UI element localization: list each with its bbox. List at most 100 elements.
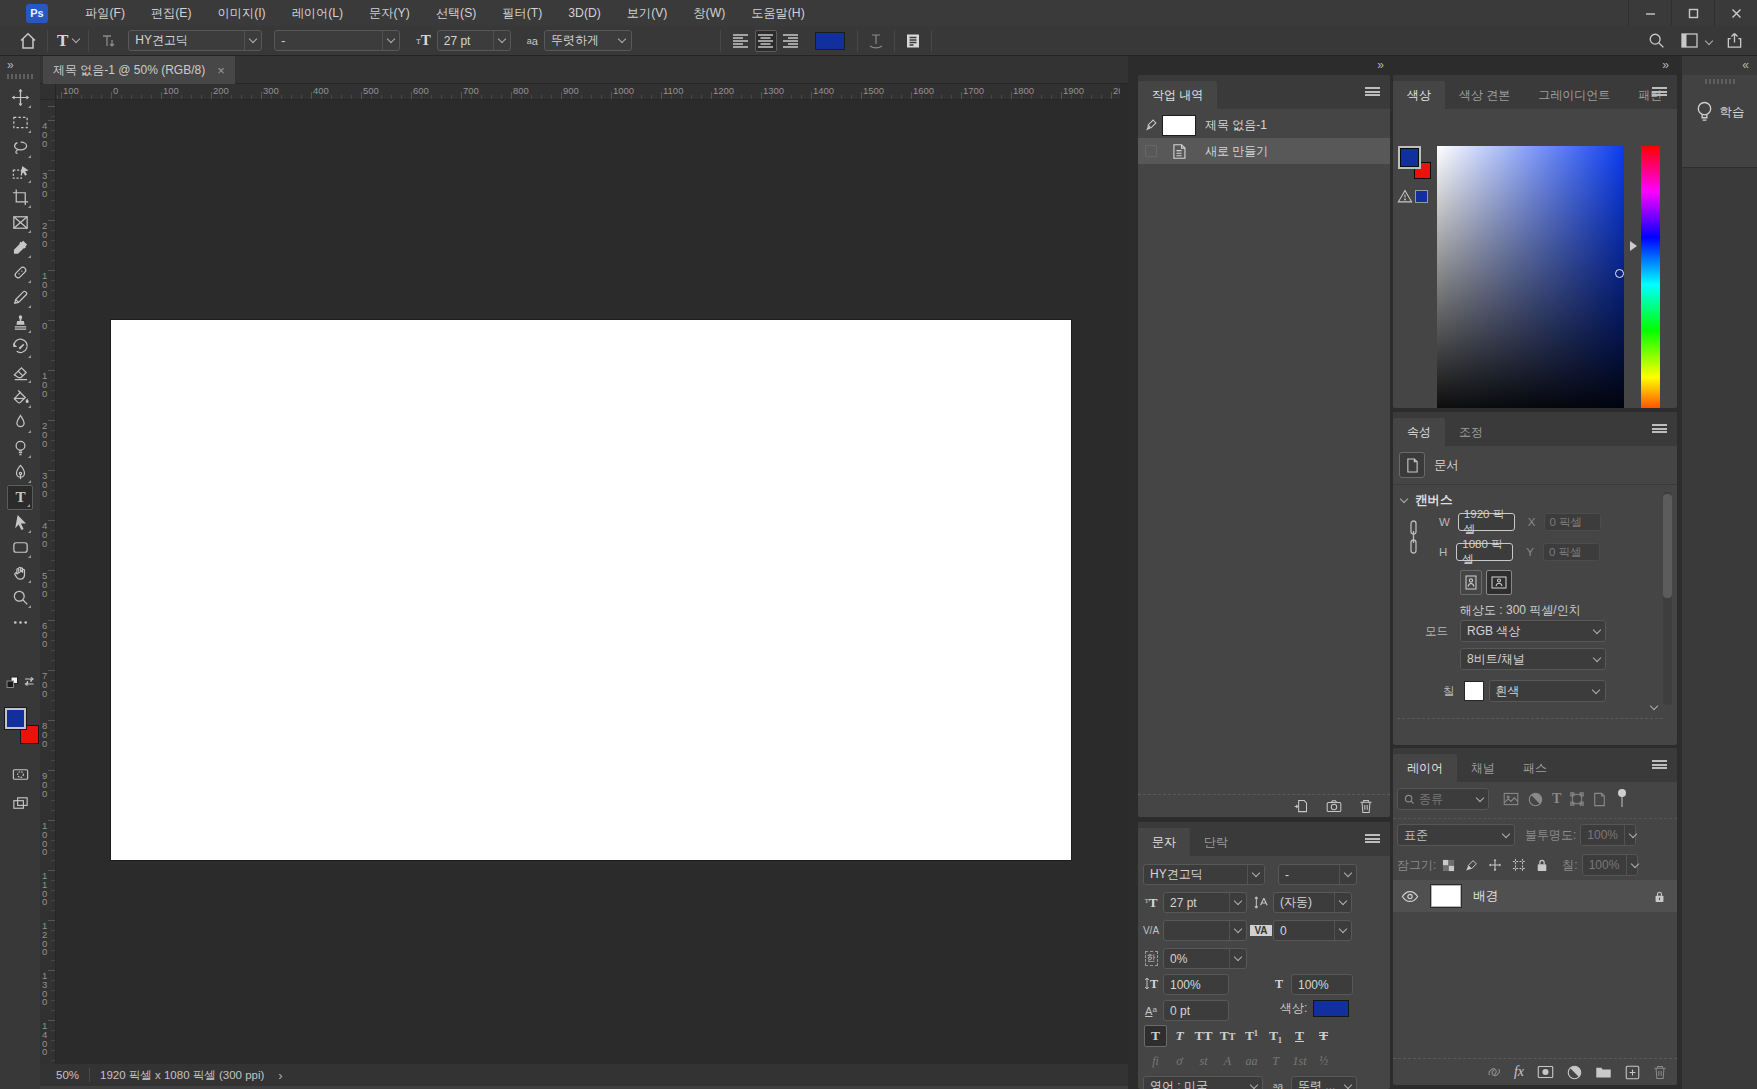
color-mode-select[interactable]: RGB 색상 xyxy=(1460,620,1606,642)
swap-colors-icon[interactable] xyxy=(23,675,36,688)
gamut-warning-icon[interactable] xyxy=(1397,189,1413,203)
tool-hand[interactable] xyxy=(7,560,33,585)
warp-text-icon[interactable] xyxy=(867,32,885,50)
tab-swatches[interactable]: 색상 견본 xyxy=(1445,81,1524,109)
new-group-icon[interactable] xyxy=(1595,1065,1612,1079)
add-adjustment-icon[interactable] xyxy=(1567,1065,1582,1080)
canvas-height-field[interactable]: 1080 픽셀 xyxy=(1456,543,1513,561)
fill-select[interactable]: 흰색 xyxy=(1489,680,1606,702)
anti-alias-select[interactable]: 뚜렷하게 xyxy=(544,30,632,51)
link-layers-icon[interactable] xyxy=(1485,1065,1501,1079)
color-gradient-box[interactable] xyxy=(1437,146,1624,408)
learn-panel-button[interactable]: 학습 xyxy=(1682,75,1757,168)
tool-blur[interactable] xyxy=(7,410,33,435)
new-snapshot-icon[interactable] xyxy=(1326,799,1342,813)
foreground-color-swatch[interactable] xyxy=(5,708,26,729)
hue-slider-handle[interactable] xyxy=(1630,241,1637,251)
tab-paragraph[interactable]: 단락 xyxy=(1190,828,1242,856)
char-opentype-button-4[interactable]: aa xyxy=(1240,1051,1263,1071)
link-dimensions-icon[interactable] xyxy=(1407,520,1420,554)
char-opentype-button-6[interactable]: 1st xyxy=(1288,1051,1311,1071)
color-menu-icon[interactable] xyxy=(1652,87,1667,96)
tool-path-select[interactable] xyxy=(7,510,33,535)
tab-layers[interactable]: 레이어 xyxy=(1393,754,1457,782)
canvas-x-field[interactable]: 0 픽셀 xyxy=(1544,513,1601,531)
canvas[interactable] xyxy=(111,320,1071,860)
canvas-section-header[interactable]: 캔버스 xyxy=(1401,492,1453,509)
text-orientation-icon[interactable] xyxy=(98,31,118,51)
char-opentype-button-7[interactable]: ½ xyxy=(1312,1051,1335,1071)
tool-zoom[interactable] xyxy=(7,585,33,610)
tool-paint-bucket[interactable] xyxy=(7,385,33,410)
menu-item[interactable]: 편집(E) xyxy=(138,0,205,26)
tool-pen[interactable] xyxy=(7,460,33,485)
char-hscale-field[interactable]: 100% xyxy=(1291,974,1353,995)
menu-item[interactable]: 창(W) xyxy=(680,0,738,26)
zoom-level[interactable]: 50% xyxy=(56,1069,79,1081)
document-info[interactable]: 1920 픽셀 x 1080 픽셀 (300 ppi) xyxy=(100,1068,264,1083)
close-tab-icon[interactable]: × xyxy=(217,63,225,78)
tool-object-selection[interactable] xyxy=(7,160,33,185)
collapse-right-dock-icon[interactable]: » xyxy=(1662,58,1667,72)
new-doc-from-state-icon[interactable] xyxy=(1293,799,1309,814)
horizontal-ruler[interactable]: 1000100200300400500600700800900100011001… xyxy=(56,84,1120,100)
char-style-button-4[interactable]: T¹ xyxy=(1240,1025,1263,1047)
tab-paths[interactable]: 패스 xyxy=(1509,754,1561,782)
char-size-select[interactable]: 27 pt xyxy=(1163,892,1247,913)
char-opentype-button-2[interactable]: st xyxy=(1192,1051,1215,1071)
toggle-panels-icon[interactable] xyxy=(904,32,922,50)
filter-pin-icon[interactable] xyxy=(1617,788,1627,810)
text-color-swatch[interactable] xyxy=(815,32,845,50)
delete-state-icon[interactable] xyxy=(1359,799,1373,814)
history-row-new[interactable]: 새로 만들기 xyxy=(1138,138,1390,164)
tab-history[interactable]: 작업 내역 xyxy=(1138,81,1217,109)
tool-shape[interactable] xyxy=(7,535,33,560)
menu-item[interactable]: 보기(V) xyxy=(614,0,681,26)
canvas-y-field[interactable]: 0 픽셀 xyxy=(1543,543,1600,561)
align-left-button[interactable] xyxy=(730,30,752,52)
tool-eraser[interactable] xyxy=(7,360,33,385)
char-opentype-button-5[interactable]: T xyxy=(1264,1051,1287,1071)
tool-type[interactable]: T xyxy=(7,485,33,510)
expand-learn-dock-icon[interactable]: « xyxy=(1742,58,1747,72)
home-icon[interactable] xyxy=(18,31,38,51)
font-style-select[interactable]: - xyxy=(274,30,400,51)
tab-character[interactable]: 문자 xyxy=(1138,828,1190,856)
tool-healing[interactable] xyxy=(7,260,33,285)
lock-transparency-icon[interactable] xyxy=(1442,859,1455,872)
search-icon[interactable] xyxy=(1648,32,1665,49)
history-source-slot[interactable] xyxy=(1142,145,1159,157)
char-leading-select[interactable]: (자동) xyxy=(1273,892,1352,913)
screen-mode-icon[interactable] xyxy=(7,791,33,816)
properties-scrollbar[interactable] xyxy=(1663,492,1672,705)
font-family-select[interactable]: HY견고딕 xyxy=(128,30,262,51)
portrait-icon[interactable] xyxy=(1460,570,1482,595)
char-font-family-select[interactable]: HY견고딕 xyxy=(1143,864,1265,885)
layer-visibility-icon[interactable] xyxy=(1401,890,1419,903)
char-style-button-0[interactable]: T xyxy=(1144,1025,1167,1047)
vertical-ruler[interactable]: 4 0 03 0 02 0 01 0 001 0 02 0 03 0 04 0 … xyxy=(40,100,56,1064)
tool-crop[interactable] xyxy=(7,185,33,210)
menu-item[interactable]: 선택(S) xyxy=(423,0,490,26)
char-style-button-6[interactable]: T xyxy=(1288,1025,1311,1047)
tab-color[interactable]: 색상 xyxy=(1393,81,1445,109)
layer-filter-select[interactable]: 종류 xyxy=(1397,788,1489,810)
layers-menu-icon[interactable] xyxy=(1652,760,1667,769)
char-opentype-button-0[interactable]: fi xyxy=(1144,1051,1167,1071)
char-tsume-select[interactable]: 0% xyxy=(1163,948,1247,969)
landscape-icon[interactable] xyxy=(1486,570,1512,595)
history-menu-icon[interactable] xyxy=(1365,87,1380,96)
tab-properties[interactable]: 속성 xyxy=(1393,418,1445,446)
type-tool-preset[interactable]: T xyxy=(57,31,79,51)
close-button[interactable] xyxy=(1714,0,1757,26)
tool-pencil[interactable] xyxy=(7,285,33,310)
tool-frame[interactable] xyxy=(7,210,33,235)
fill-color-swatch[interactable] xyxy=(1464,681,1484,701)
char-kerning-select[interactable] xyxy=(1163,920,1247,941)
tool-edit-toolbar[interactable] xyxy=(7,610,33,635)
tool-clone-stamp[interactable] xyxy=(7,310,33,335)
char-aa-select[interactable]: 뚜렷 ... xyxy=(1291,1076,1357,1089)
tab-adjustments[interactable]: 조정 xyxy=(1445,418,1497,446)
history-row-open[interactable]: 제목 없음-1 xyxy=(1138,112,1390,138)
filter-type-icon[interactable]: T xyxy=(1552,791,1561,807)
